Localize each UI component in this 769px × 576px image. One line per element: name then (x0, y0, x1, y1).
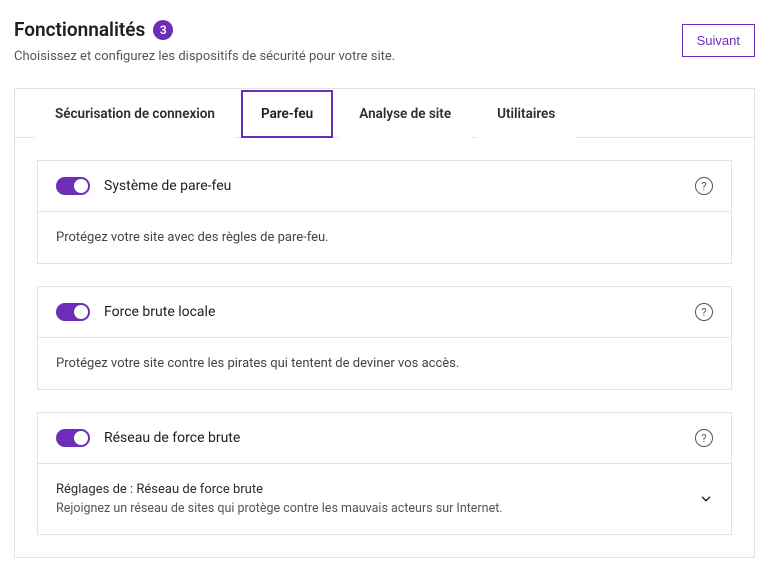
card-title-firewall-system: Système de pare-feu (104, 178, 681, 194)
page-title-text: Fonctionnalités (14, 18, 145, 41)
feature-count-badge: 3 (153, 20, 173, 40)
tab-firewall[interactable]: Pare-feu (241, 90, 333, 138)
card-network-brute: Réseau de force brute ? Réglages de : Ré… (37, 412, 732, 535)
help-icon[interactable]: ? (695, 303, 713, 321)
next-button[interactable]: Suivant (682, 24, 755, 57)
page-title: Fonctionnalités 3 (14, 18, 395, 41)
tab-site-scan[interactable]: Analyse de site (339, 90, 471, 138)
help-icon[interactable]: ? (695, 177, 713, 195)
card-firewall-system: Système de pare-feu ? Protégez votre sit… (37, 160, 732, 264)
card-desc-network-brute: Rejoignez un réseau de sites qui protège… (56, 501, 687, 516)
tabs: Sécurisation de connexion Pare-feu Analy… (15, 89, 754, 138)
page-subtitle: Choisissez et configurez les dispositifs… (14, 49, 395, 64)
card-title-local-brute: Force brute locale (104, 304, 681, 320)
chevron-down-icon[interactable] (699, 492, 713, 506)
card-local-brute: Force brute locale ? Protégez votre site… (37, 286, 732, 390)
card-desc-firewall-system: Protégez votre site avec des règles de p… (56, 230, 713, 245)
card-title-network-brute: Réseau de force brute (104, 430, 681, 446)
tab-login-security[interactable]: Sécurisation de connexion (35, 90, 235, 138)
toggle-firewall-system[interactable] (56, 177, 90, 195)
toggle-network-brute[interactable] (56, 429, 90, 447)
settings-panel: Sécurisation de connexion Pare-feu Analy… (14, 88, 755, 558)
help-icon[interactable]: ? (695, 429, 713, 447)
card-desc-local-brute: Protégez votre site contre les pirates q… (56, 356, 713, 371)
tab-content: Système de pare-feu ? Protégez votre sit… (15, 138, 754, 557)
toggle-local-brute[interactable] (56, 303, 90, 321)
settings-label-network-brute: Réglages de : Réseau de force brute (56, 482, 687, 497)
tab-utilities[interactable]: Utilitaires (477, 90, 575, 138)
